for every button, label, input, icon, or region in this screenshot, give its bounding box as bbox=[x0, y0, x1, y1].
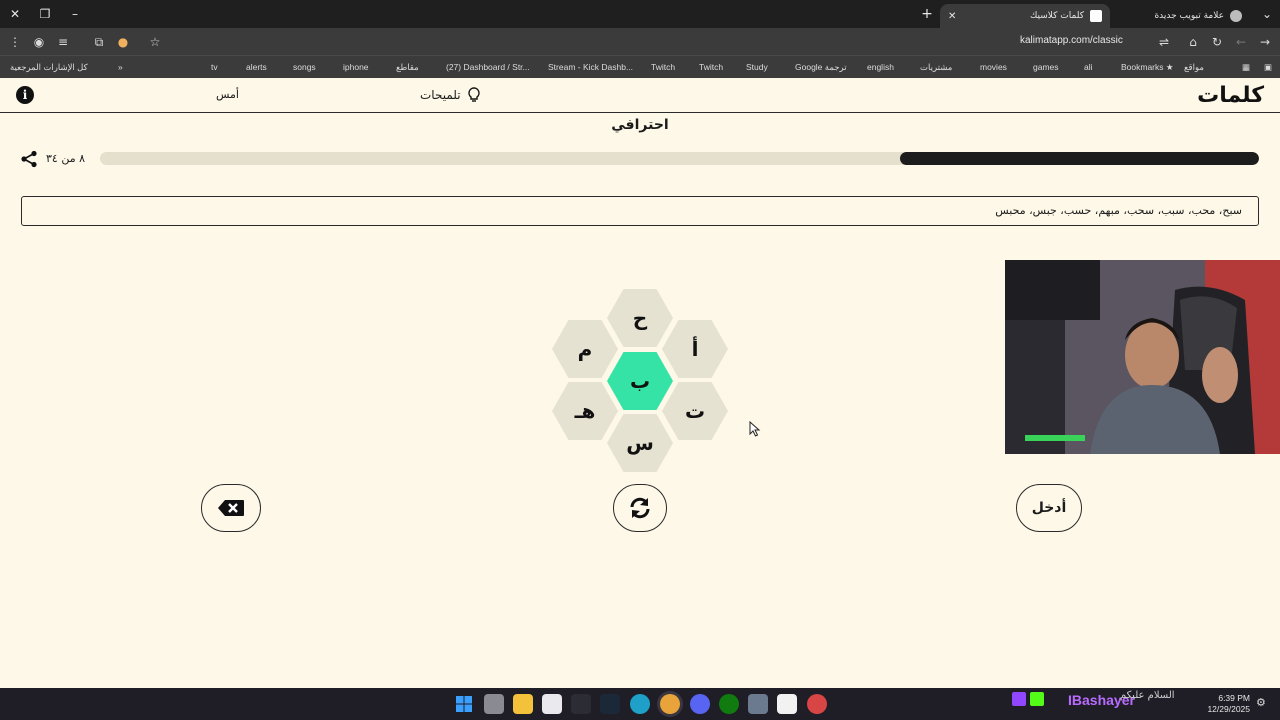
windows-taskbar: IBashayer السلام عليكم 6:39 PM 12/29/202… bbox=[0, 688, 1280, 720]
app-logo[interactable]: كلمات bbox=[1197, 83, 1264, 108]
bookmark-iphone[interactable]: iphone bbox=[343, 60, 369, 74]
notepad-icon[interactable] bbox=[777, 694, 797, 714]
mouse-cursor-icon bbox=[749, 421, 761, 437]
obs-icon[interactable] bbox=[807, 694, 827, 714]
twitch-icon bbox=[1012, 692, 1026, 706]
site-settings-icon[interactable]: ⇌ bbox=[1155, 33, 1173, 51]
bookmark-tv[interactable]: tv bbox=[211, 60, 218, 74]
notifications-icon[interactable]: ⚙ bbox=[1256, 696, 1270, 710]
webcam-feed-image bbox=[1005, 260, 1280, 454]
app-icon[interactable] bbox=[748, 694, 768, 714]
bookmark-english[interactable]: english bbox=[867, 60, 894, 74]
close-tab-icon[interactable]: ✕ bbox=[948, 11, 956, 22]
bookmark-mawaqi[interactable]: مواقع bbox=[1184, 60, 1204, 74]
bookmark-games[interactable]: games bbox=[1033, 60, 1059, 74]
bookmark-star-icon[interactable]: ☆ bbox=[146, 33, 164, 51]
close-window-button[interactable]: ✕ bbox=[0, 0, 30, 28]
clock-time: 6:39 PM bbox=[1218, 693, 1250, 703]
letter-hex-center[interactable]: ب bbox=[607, 352, 673, 410]
home-icon[interactable]: ⌂ bbox=[1184, 33, 1202, 51]
hints-button[interactable]: تلميحات bbox=[420, 87, 481, 103]
letter-hex-bottom-left[interactable]: هـ bbox=[552, 382, 618, 440]
delete-button[interactable] bbox=[201, 484, 261, 532]
steam-icon[interactable] bbox=[600, 694, 620, 714]
stream-greeting: السلام عليكم bbox=[1120, 690, 1175, 701]
letter-hex-top[interactable]: ح bbox=[607, 289, 673, 347]
clock-date: 12/29/2025 bbox=[1207, 704, 1250, 714]
app-header: كلمات تلميحات أمس i bbox=[0, 78, 1280, 113]
back-icon[interactable]: → bbox=[1256, 33, 1274, 51]
terminal-icon[interactable] bbox=[571, 694, 591, 714]
tab-search-button[interactable]: ⌄ bbox=[1252, 0, 1280, 28]
reading-list-icon[interactable]: ≡ bbox=[54, 33, 72, 51]
calculator-icon[interactable] bbox=[542, 694, 562, 714]
reload-icon[interactable]: ↻ bbox=[1208, 33, 1226, 51]
letter-hex-top-right[interactable]: أ bbox=[662, 320, 728, 378]
chrome-icon bbox=[1230, 10, 1242, 22]
bookmark-songs[interactable]: songs bbox=[293, 60, 316, 74]
bookmark-google-translate[interactable]: Google ترجمة bbox=[795, 60, 847, 74]
bookmark-dashboard[interactable]: (27) Dashboard / Str... bbox=[446, 60, 530, 74]
webcam-overlay bbox=[1005, 260, 1280, 454]
kalimat-favicon-icon bbox=[1090, 10, 1102, 22]
grid-icon[interactable]: ▦ bbox=[1242, 60, 1250, 74]
chrome-taskbar-icon[interactable] bbox=[660, 694, 680, 714]
task-view-icon[interactable] bbox=[484, 694, 504, 714]
bookmark-twitch-2[interactable]: Twitch bbox=[651, 60, 675, 74]
bookmark-kick-dashboard[interactable]: Stream - Kick Dashb... bbox=[548, 60, 633, 74]
new-tab-button[interactable]: + bbox=[918, 0, 936, 28]
minimize-window-button[interactable]: – bbox=[60, 0, 90, 28]
letter-hex-bottom[interactable]: س bbox=[607, 414, 673, 472]
kick-icon bbox=[1030, 692, 1044, 706]
tab-kalimat[interactable]: كلمات كلاسيك ✕ bbox=[940, 4, 1110, 28]
found-words-list: سبح، محب، سبب، سحب، مبهم، حسب، جبس، محبس bbox=[995, 204, 1242, 217]
bookmark-alerts[interactable]: alerts bbox=[246, 60, 267, 74]
tab-new-tab[interactable]: علامة تبويب جديدة bbox=[1110, 4, 1250, 28]
letter-hex-top-left[interactable]: م bbox=[552, 320, 618, 378]
profile-icon[interactable]: ◉ bbox=[30, 33, 48, 51]
share-icon[interactable] bbox=[20, 150, 38, 168]
xbox-icon[interactable] bbox=[719, 694, 739, 714]
menu-icon[interactable]: ⋮ bbox=[6, 33, 24, 51]
progress-count: ٨ من ٣٤ bbox=[46, 152, 86, 165]
hints-label: تلميحات bbox=[420, 88, 461, 102]
bookmark-twitch-1[interactable]: Twitch bbox=[699, 60, 723, 74]
progress-bar bbox=[100, 152, 1259, 165]
extensions-icon[interactable]: ⧉ bbox=[90, 33, 108, 51]
restore-window-button[interactable]: ❐ bbox=[30, 0, 60, 28]
level-title: احترافي bbox=[611, 117, 669, 133]
enter-button-label: أدخل bbox=[1031, 500, 1067, 516]
progress-bar-fill bbox=[899, 152, 1259, 165]
enter-button[interactable]: أدخل bbox=[1016, 484, 1082, 532]
backspace-icon bbox=[218, 500, 244, 516]
start-icon[interactable] bbox=[454, 694, 474, 714]
bookmark-purchases[interactable]: مشتريات bbox=[920, 60, 952, 74]
letter-hex-bottom-right[interactable]: ت bbox=[662, 382, 728, 440]
bookmarks-overflow-icon[interactable]: » bbox=[118, 60, 123, 74]
info-icon[interactable]: i bbox=[16, 86, 34, 104]
bookmark-all-bookmarks[interactable]: كل الإشارات المرجعية bbox=[10, 60, 88, 74]
bookmark-movies[interactable]: movies bbox=[980, 60, 1007, 74]
file-explorer-icon[interactable] bbox=[513, 694, 533, 714]
bookmarks-bar: ▣ ▦ Bookmarks ★ مواقع ali games movies م… bbox=[0, 55, 1280, 78]
refresh-icon bbox=[630, 497, 650, 519]
tab-title: علامة تبويب جديدة bbox=[1154, 11, 1224, 21]
discord-icon[interactable] bbox=[690, 694, 710, 714]
address-bar[interactable]: kalimatapp.com/classic bbox=[1020, 35, 1123, 46]
forward-icon[interactable]: ← bbox=[1232, 33, 1250, 51]
bookmark-ali[interactable]: ali bbox=[1084, 60, 1093, 74]
browser-tab-strip: ✕ ❐ – + كلمات كلاسيك ✕ علامة تبويب جديدة… bbox=[0, 0, 1280, 28]
edge-icon[interactable] bbox=[630, 694, 650, 714]
bookmark-bookmarks[interactable]: Bookmarks ★ bbox=[1121, 60, 1174, 74]
apps-icon[interactable]: ▣ bbox=[1264, 60, 1272, 74]
bookmark-clips[interactable]: مقاطع bbox=[396, 60, 419, 74]
yesterday-button[interactable]: أمس bbox=[216, 88, 239, 101]
system-clock[interactable]: 6:39 PM 12/29/2025 bbox=[1207, 693, 1250, 715]
found-words-box[interactable]: سبح، محب، سبب، سحب، مبهم، حسب، جبس، محبس bbox=[21, 196, 1259, 226]
extension-icon[interactable]: ● bbox=[114, 33, 132, 51]
lightbulb-icon bbox=[467, 87, 480, 102]
tab-title: كلمات كلاسيك bbox=[1029, 11, 1084, 21]
shuffle-button[interactable] bbox=[613, 484, 667, 532]
bookmark-study[interactable]: Study bbox=[746, 60, 768, 74]
